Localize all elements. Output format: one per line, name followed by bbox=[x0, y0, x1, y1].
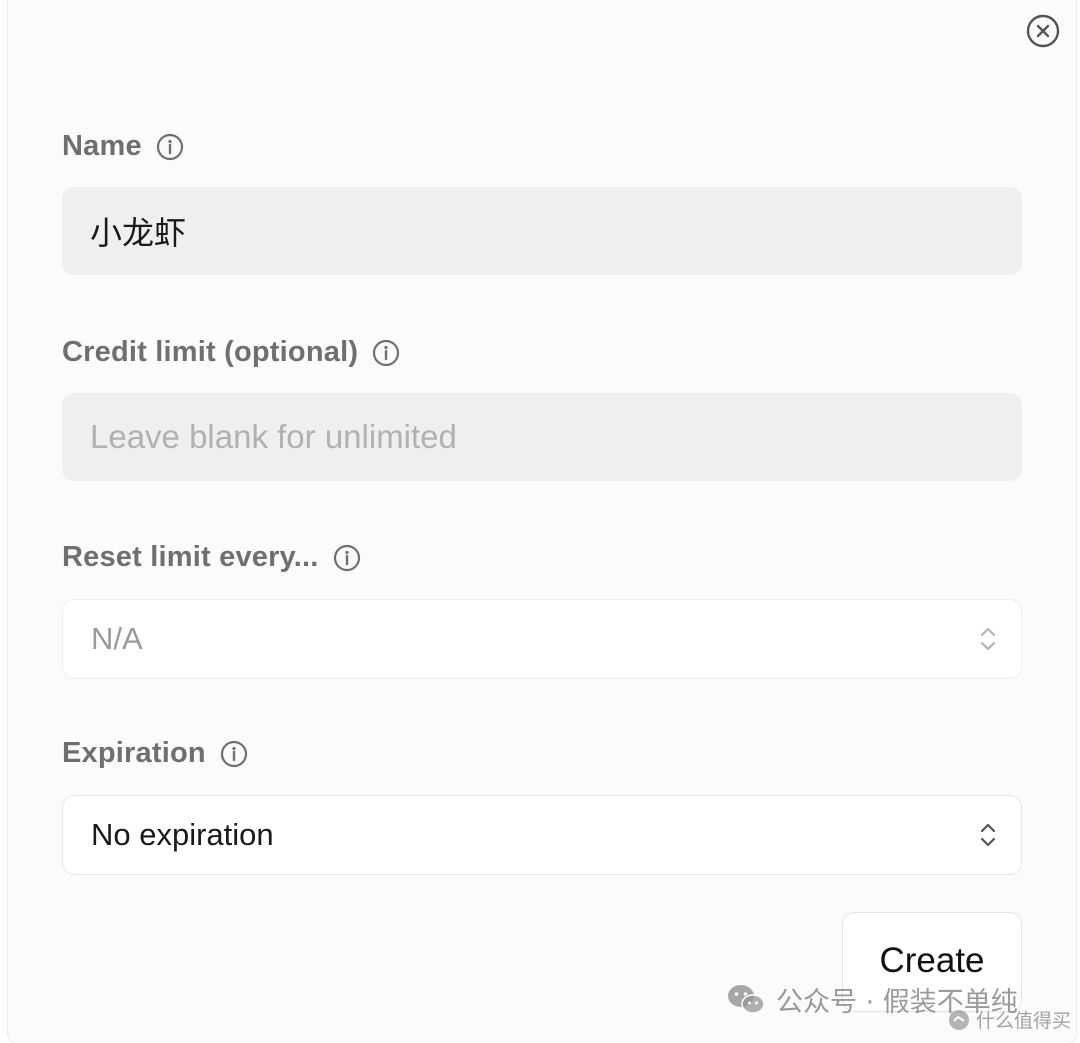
name-label-row: Name bbox=[62, 130, 184, 163]
reset-limit-label-row: Reset limit every... bbox=[62, 541, 361, 574]
credit-limit-label: Credit limit (optional) bbox=[62, 336, 359, 368]
create-key-dialog: Name Credit limit (optional) Reset limit… bbox=[8, 0, 1076, 1043]
info-icon[interactable] bbox=[333, 544, 361, 572]
expiration-label: Expiration bbox=[62, 737, 206, 769]
expiration-value: No expiration bbox=[91, 817, 274, 852]
reset-limit-value: N/A bbox=[91, 621, 143, 656]
name-input[interactable] bbox=[90, 212, 1022, 250]
credit-limit-input[interactable] bbox=[90, 418, 1022, 456]
expiration-label-row: Expiration bbox=[62, 737, 248, 770]
smzdm-icon bbox=[949, 1009, 969, 1030]
expiration-select[interactable]: No expiration bbox=[62, 795, 1022, 875]
close-icon[interactable] bbox=[1026, 14, 1060, 48]
name-field[interactable] bbox=[62, 187, 1022, 275]
credit-limit-label-row: Credit limit (optional) bbox=[62, 336, 400, 369]
watermark-secondary: 什么值得买 bbox=[948, 1006, 1071, 1033]
info-icon[interactable] bbox=[372, 339, 400, 367]
watermark-secondary-text: 什么值得买 bbox=[976, 1010, 1072, 1032]
wechat-icon bbox=[728, 984, 765, 1014]
reset-limit-label: Reset limit every... bbox=[62, 541, 319, 573]
chevron-up-down-icon bbox=[980, 627, 996, 651]
chevron-up-down-icon bbox=[980, 823, 996, 847]
reset-limit-select[interactable]: N/A bbox=[62, 599, 1022, 679]
credit-limit-field[interactable] bbox=[62, 393, 1022, 481]
name-label: Name bbox=[62, 130, 142, 162]
info-icon[interactable] bbox=[220, 740, 248, 768]
info-icon[interactable] bbox=[156, 133, 184, 161]
